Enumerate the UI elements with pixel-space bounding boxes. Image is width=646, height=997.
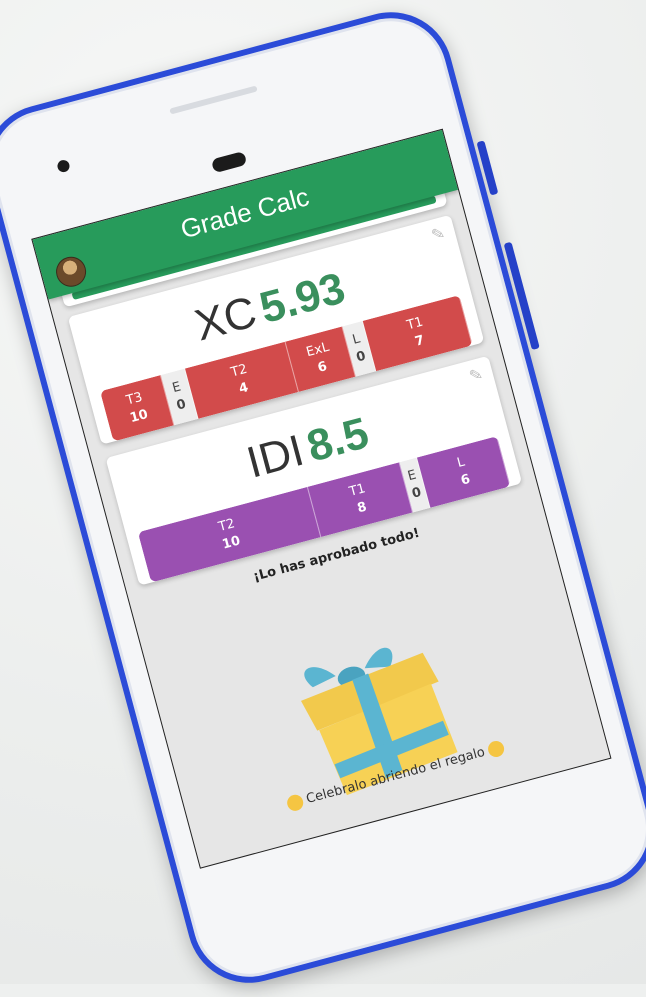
- smile-emoji-icon: [486, 739, 507, 759]
- grade-segment: T1 7: [363, 295, 473, 372]
- celebration-emoji-icon: [285, 793, 305, 813]
- grade-segment: T1 8: [308, 462, 413, 537]
- subject-grade: 8.5: [301, 408, 374, 472]
- grade-segment: T2 4: [184, 341, 300, 419]
- subject-grade: 5.93: [254, 263, 351, 334]
- grade-segment: L6: [417, 436, 511, 508]
- subject-code: IDI: [241, 425, 309, 488]
- subject-code: XC: [189, 287, 262, 351]
